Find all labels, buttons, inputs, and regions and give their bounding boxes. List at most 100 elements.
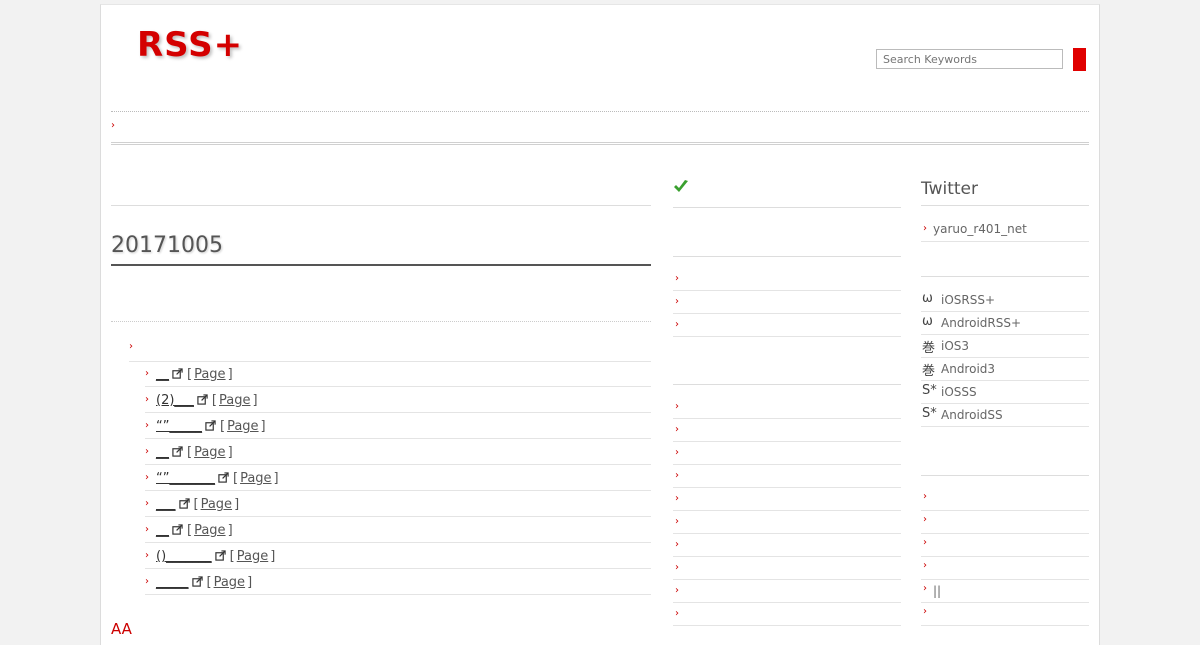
aa-section-title: AA	[111, 620, 132, 638]
middle-list-a: › › ›	[673, 268, 901, 337]
list-item[interactable]: ›	[673, 580, 901, 603]
page-ref: [Page]	[229, 549, 276, 564]
page-link[interactable]: Page	[237, 549, 268, 564]
list-item: › _____ [Page]	[145, 569, 651, 595]
external-link-icon	[214, 550, 226, 561]
chevron-right-icon: ›	[145, 368, 149, 379]
divider	[673, 256, 901, 257]
chevron-right-icon: ›	[129, 341, 133, 352]
chevron-right-icon: ›	[923, 223, 927, 234]
page-link[interactable]: Page	[194, 523, 225, 538]
chevron-right-icon: ›	[923, 514, 927, 525]
page-ref: [Page]	[232, 471, 279, 486]
top-nav: ›	[111, 111, 1089, 145]
article-link[interactable]: ___	[156, 497, 176, 512]
list-item[interactable]: ›	[673, 534, 901, 557]
chevron-right-icon: ›	[923, 606, 927, 617]
middle-list-b: › › › › › › › › › ›	[673, 396, 901, 626]
chevron-right-icon: ›	[675, 447, 679, 458]
page-ref: [Page]	[211, 393, 258, 408]
page-container: RSS+ › 20171005 › › __ [Page] › (2)___ [Pa…	[100, 4, 1100, 645]
app-link-android-rss[interactable]: ω AndroidRSS+	[921, 312, 1089, 335]
list-item[interactable]: ›	[673, 268, 901, 291]
page-link[interactable]: Page	[219, 393, 250, 408]
external-link-icon	[172, 524, 183, 535]
app-link-android3[interactable]: 巻 Android3	[921, 358, 1089, 381]
list-item[interactable]: ›	[921, 488, 1089, 511]
app-link-android-ss[interactable]: S* AndroidSS	[921, 404, 1089, 427]
page-link[interactable]: Page	[194, 445, 225, 460]
app-link-ios3[interactable]: 巻 iOS3	[921, 335, 1089, 358]
external-link-icon	[205, 420, 216, 431]
external-link-icon	[191, 576, 203, 587]
app-link-ios-rss[interactable]: ω iOSRSS+	[921, 289, 1089, 312]
list-item: › ___ [Page]	[145, 491, 651, 517]
chevron-right-icon: ›	[145, 550, 149, 561]
article-link[interactable]: ()_______	[156, 549, 212, 564]
article-link[interactable]: __	[156, 445, 169, 460]
scroll-kanji-icon: 巻	[922, 364, 936, 379]
chevron-right-icon: ›	[675, 493, 679, 504]
chevron-right-icon: ›	[675, 539, 679, 550]
twitter-account-label: yaruo_r401_net	[933, 222, 1027, 236]
list-item[interactable]: ›	[673, 291, 901, 314]
app-link-ios-ss[interactable]: S* iOSSS	[921, 381, 1089, 404]
list-item[interactable]: ›	[673, 488, 901, 511]
list-item: › __ [Page]	[145, 517, 651, 543]
chevron-right-icon: ›	[675, 401, 679, 412]
article-link[interactable]: _____	[156, 575, 189, 590]
app-link-label: iOSSS	[941, 385, 977, 399]
chevron-right-icon: ›	[675, 470, 679, 481]
s-star-icon: S*	[922, 406, 937, 421]
page-link[interactable]: Page	[201, 497, 232, 512]
list-item[interactable]: ›	[673, 465, 901, 488]
article-link[interactable]: __	[156, 523, 169, 538]
list-item: › “”_____ [Page]	[145, 413, 651, 439]
chevron-right-icon: ›	[145, 472, 149, 483]
search-button[interactable]	[1073, 48, 1086, 71]
list-item[interactable]: ›	[673, 396, 901, 419]
article-link[interactable]: “”_____	[156, 419, 202, 434]
list-item: › __ [Page]	[145, 361, 651, 387]
chevron-right-icon: ›	[111, 120, 115, 131]
divider	[921, 475, 1089, 476]
list-item-label: ||	[933, 584, 942, 598]
twitter-title: Twitter	[921, 179, 1089, 206]
page-link[interactable]: Page	[227, 419, 258, 434]
page-ref: [Page]	[193, 497, 240, 512]
list-item[interactable]: ›	[673, 314, 901, 337]
right-misc-list: › › › › › || ›	[921, 488, 1089, 626]
list-item[interactable]: ›	[673, 511, 901, 534]
date-heading: 20171005	[111, 233, 651, 266]
search-input[interactable]	[876, 49, 1063, 69]
article-link[interactable]: __	[156, 367, 169, 382]
external-link-icon	[218, 472, 229, 483]
list-item[interactable]: ›	[921, 603, 1089, 626]
list-item[interactable]: ›	[673, 419, 901, 442]
article-link[interactable]: (2)___	[156, 393, 194, 408]
list-item: › “”_______ [Page]	[145, 465, 651, 491]
omega-icon: ω	[922, 291, 933, 306]
divider	[111, 205, 651, 206]
list-item[interactable]: ›	[921, 557, 1089, 580]
list-item[interactable]: ›	[673, 557, 901, 580]
list-item[interactable]: › ||	[921, 580, 1089, 603]
page-link[interactable]: Page	[194, 367, 225, 382]
chevron-right-icon: ›	[675, 273, 679, 284]
list-item[interactable]: ›	[921, 511, 1089, 534]
twitter-account-link[interactable]: › yaruo_r401_net	[921, 219, 1089, 242]
divider	[673, 384, 901, 385]
chevron-right-icon: ›	[675, 562, 679, 573]
list-item[interactable]: ›	[673, 442, 901, 465]
page-ref: [Page]	[187, 523, 233, 538]
page-link[interactable]: Page	[240, 471, 271, 486]
app-link-label: AndroidSS	[941, 408, 1003, 422]
category-row[interactable]: ›	[129, 335, 651, 362]
list-item[interactable]: ›	[921, 534, 1089, 557]
article-link[interactable]: “”_______	[156, 471, 215, 486]
site-logo[interactable]: RSS+	[137, 25, 243, 65]
article-list: › __ [Page] › (2)___ [Page] › “”_____ [Page…	[145, 361, 651, 595]
page-ref: [Page]	[219, 419, 266, 434]
page-link[interactable]: Page	[214, 575, 245, 590]
list-item[interactable]: ›	[673, 603, 901, 626]
